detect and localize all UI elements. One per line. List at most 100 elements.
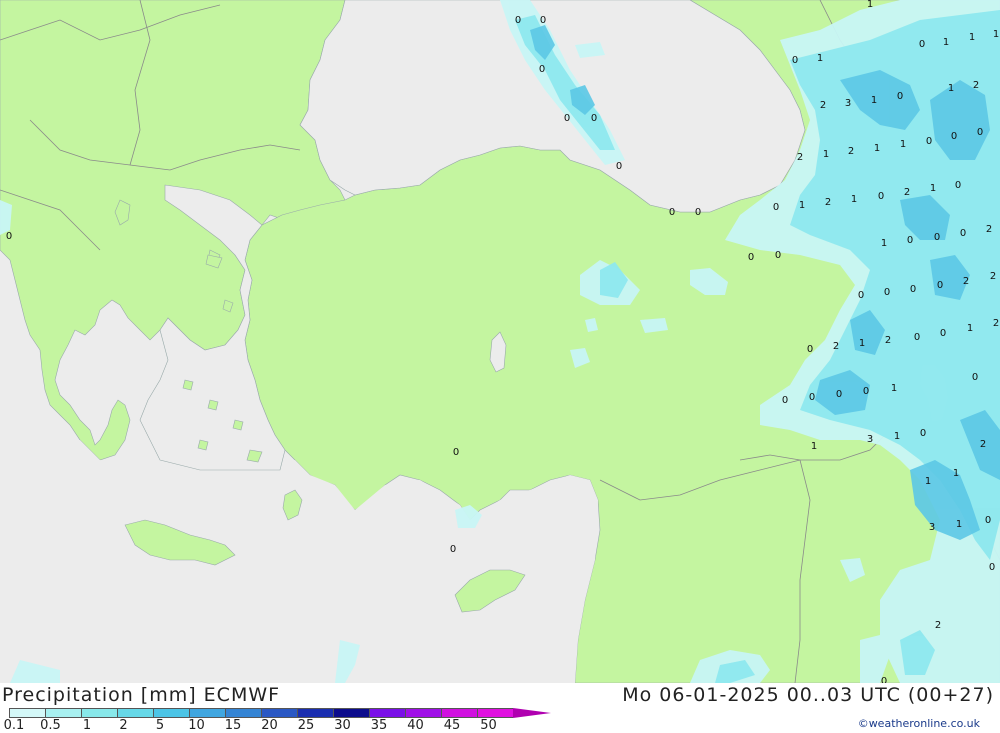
scale-tick-label: 40 xyxy=(407,718,424,733)
precip-value-label: 0 xyxy=(515,15,521,26)
scale-cell xyxy=(369,708,405,718)
precip-value-label: 1 xyxy=(953,468,959,479)
precip-value-label: 0 xyxy=(792,55,798,66)
precip-value-label: 0 xyxy=(773,202,779,213)
precip-value-label: 1 xyxy=(811,441,817,452)
precip-value-label: 2 xyxy=(797,152,803,163)
scale-cell xyxy=(117,708,153,718)
precip-value-label: 0 xyxy=(884,287,890,298)
precip-value-label: 0 xyxy=(6,231,12,242)
scale-ticks: 0.1 0.5 1 2 5 10 15 20 25 30 35 40 45 50 xyxy=(0,718,520,733)
precip-value-label: 2 xyxy=(986,224,992,235)
precip-value-label: 0 xyxy=(591,113,597,124)
precip-value-label: 0 xyxy=(897,91,903,102)
precip-value-label: 0 xyxy=(858,290,864,301)
precip-value-label: 0 xyxy=(807,344,813,355)
precip-value-label: 1 xyxy=(948,83,954,94)
precip-value-label: 0 xyxy=(539,64,545,75)
scale-cell xyxy=(441,708,477,718)
precip-value-label: 1 xyxy=(925,476,931,487)
scale-tick-label: 35 xyxy=(370,718,388,733)
scale-tick-label: 15 xyxy=(224,718,242,733)
precip-value-label: 1 xyxy=(817,53,823,64)
precip-value-label: 2 xyxy=(885,335,891,346)
precip-value-label: 2 xyxy=(825,197,831,208)
precip-value-label: 0 xyxy=(907,235,913,246)
precip-value-label: 1 xyxy=(930,183,936,194)
precip-value-label: 0 xyxy=(940,328,946,339)
precip-value-label: 0 xyxy=(972,372,978,383)
precip-value-label: 1 xyxy=(900,139,906,150)
scale-cell xyxy=(189,708,225,718)
precip-value-label: 1 xyxy=(993,29,999,40)
precip-value-label: 2 xyxy=(980,439,986,450)
precip-value-label: 1 xyxy=(894,431,900,442)
scale-tick-label: 2 xyxy=(119,718,128,733)
precip-value-label: 1 xyxy=(823,149,829,160)
precip-value-label: 1 xyxy=(874,143,880,154)
precip-value-label: 1 xyxy=(891,383,897,394)
precip-value-label: 0 xyxy=(809,392,815,403)
precip-value-label: 0 xyxy=(775,250,781,261)
precip-value-label: 0 xyxy=(453,447,459,458)
scale-cell xyxy=(9,708,45,718)
precip-value-label: 1 xyxy=(967,323,973,334)
scale-tick-label: 0.1 xyxy=(3,718,25,733)
precip-value-label: 3 xyxy=(929,522,935,533)
precip-value-label: 2 xyxy=(904,187,910,198)
precip-value-label: 1 xyxy=(867,0,873,10)
map-canvas: 0 0 0 0 0 0 0 0 0 0 0 0 0 1 0 1 0 1 1 1 2 3 1 0 1 2 2 1 2 1 1 0 0 0 0 1 2 1 0 2… xyxy=(0,0,1000,687)
precip-value-label: 0 xyxy=(951,131,957,142)
footer-legend: Precipitation [mm] ECMWF Mo 06-01-2025 0… xyxy=(0,683,1000,733)
precip-value-label: 0 xyxy=(616,161,622,172)
scale-tick-label: 50 xyxy=(480,718,497,733)
precip-value-label: 2 xyxy=(990,271,996,282)
precip-value-label: 0 xyxy=(878,191,884,202)
scale-tick-label: 5 xyxy=(155,718,165,733)
precip-value-label: 2 xyxy=(820,100,826,111)
precip-value-label: 0 xyxy=(669,207,675,218)
precip-value-label: 0 xyxy=(977,127,983,138)
precip-value-label: 0 xyxy=(960,228,966,239)
precip-value-label: 0 xyxy=(910,284,916,295)
precip-value-label: 0 xyxy=(695,207,701,218)
precip-value-label: 0 xyxy=(863,386,869,397)
scale-cell xyxy=(477,708,513,718)
scale-tick-label: 1 xyxy=(82,718,92,733)
precip-value-label: 0 xyxy=(919,39,925,50)
precip-value-label: 1 xyxy=(799,200,805,211)
precip-value-label: 0 xyxy=(748,252,754,263)
precip-value-label: 0 xyxy=(836,389,842,400)
credit-link[interactable]: ©weatheronline.co.uk xyxy=(858,717,980,730)
scale-cell xyxy=(225,708,261,718)
precip-value-label: 0 xyxy=(937,280,943,291)
scale-cell xyxy=(81,708,117,718)
precip-value-label: 1 xyxy=(871,95,877,106)
precip-value-label: 0 xyxy=(564,113,570,124)
scale-tick-label: 10 xyxy=(188,718,205,733)
scale-cell xyxy=(153,708,189,718)
precip-value-label: 0 xyxy=(881,676,887,683)
scale-cell xyxy=(405,708,441,718)
scale-tick-label: 20 xyxy=(261,718,278,733)
scale-cell xyxy=(333,708,369,718)
precip-value-label: 2 xyxy=(833,341,839,352)
map-title: Precipitation [mm] ECMWF xyxy=(2,684,281,706)
precip-value-label: 1 xyxy=(851,194,857,205)
precip-value-label: 2 xyxy=(848,146,854,157)
scale-cell xyxy=(45,708,81,718)
precip-value-label: 0 xyxy=(920,428,926,439)
color-scale xyxy=(9,708,551,718)
precip-value-label: 2 xyxy=(935,620,941,631)
scale-cell xyxy=(261,708,297,718)
precip-value-label: 1 xyxy=(956,519,962,530)
precip-value-label: 0 xyxy=(914,332,920,343)
precip-value-label: 0 xyxy=(934,232,940,243)
precip-value-label: 0 xyxy=(955,180,961,191)
precip-value-label: 0 xyxy=(450,544,456,555)
precip-value-label: 2 xyxy=(973,80,979,91)
precipitation-map: 0 0 0 0 0 0 0 0 0 0 0 0 0 1 0 1 0 1 1 1 2 3 1 0 1 2 2 1 2 1 1 0 0 0 0 1 2 1 0 2… xyxy=(0,0,1000,687)
precip-value-label: 1 xyxy=(859,338,865,349)
precip-value-label: 0 xyxy=(540,15,546,26)
precip-value-label: 2 xyxy=(993,318,999,329)
